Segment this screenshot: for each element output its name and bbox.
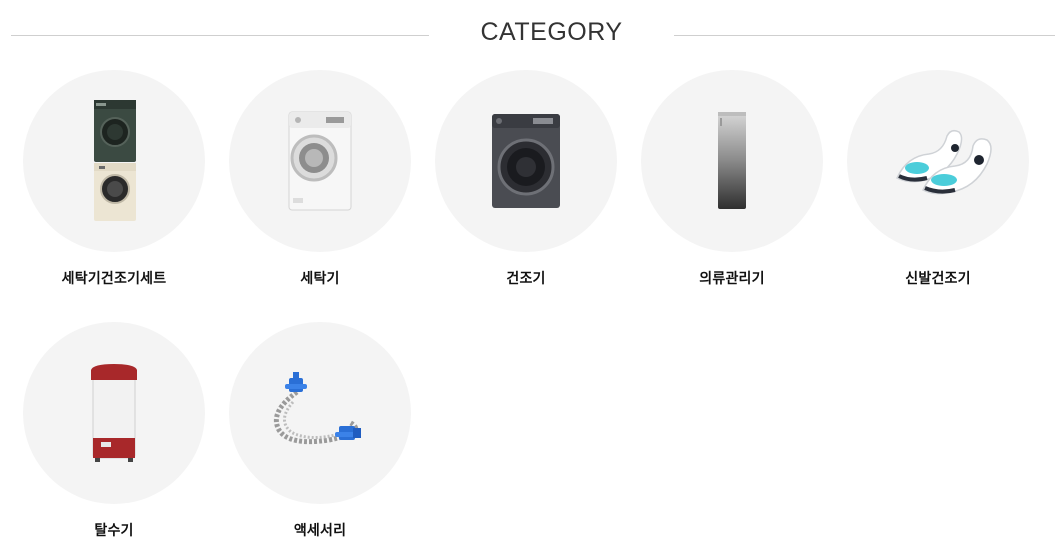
category-item-accessory[interactable]: 액세서리: [225, 322, 415, 552]
category-image-shoe-dryer: [847, 70, 1029, 252]
category-label: 의류관리기: [699, 271, 765, 287]
category-image-dryer: [435, 70, 617, 252]
spin-dryer-icon: [91, 364, 137, 462]
hose-accessory-icon: [273, 372, 361, 445]
category-image-accessory: [229, 322, 411, 504]
category-label: 신발건조기: [905, 271, 971, 287]
clothing-care-icon: [718, 112, 746, 209]
category-item-shoe-dryer[interactable]: 신발건조기: [843, 70, 1033, 300]
category-header: CATEGORY: [0, 14, 1055, 58]
category-label: 탈수기: [94, 523, 134, 539]
category-title: CATEGORY: [480, 18, 623, 46]
category-image-washer-dryer-set: [23, 70, 205, 252]
washing-machine-icon: [288, 111, 352, 211]
category-item-washing-machine[interactable]: 세탁기: [225, 70, 415, 300]
category-label: 세탁기: [300, 271, 340, 287]
category-item-clothing-care[interactable]: 의류관리기: [637, 70, 827, 300]
category-label: 세탁기건조기세트: [61, 271, 167, 287]
washer-dryer-set-icon: [94, 100, 136, 221]
category-image-clothing-care: [641, 70, 823, 252]
shoe-dryer-icon: [896, 129, 992, 195]
category-label: 건조기: [506, 271, 546, 287]
category-item-washer-dryer-set[interactable]: 세탁기건조기세트: [19, 70, 209, 300]
dryer-icon: [492, 114, 560, 208]
category-label: 액세서리: [293, 523, 347, 539]
category-image-spin-dryer: [23, 322, 205, 504]
header-divider-right: [674, 35, 1055, 36]
category-image-washing-machine: [229, 70, 411, 252]
category-item-spin-dryer[interactable]: 탈수기: [19, 322, 209, 552]
category-item-dryer[interactable]: 건조기: [431, 70, 621, 300]
